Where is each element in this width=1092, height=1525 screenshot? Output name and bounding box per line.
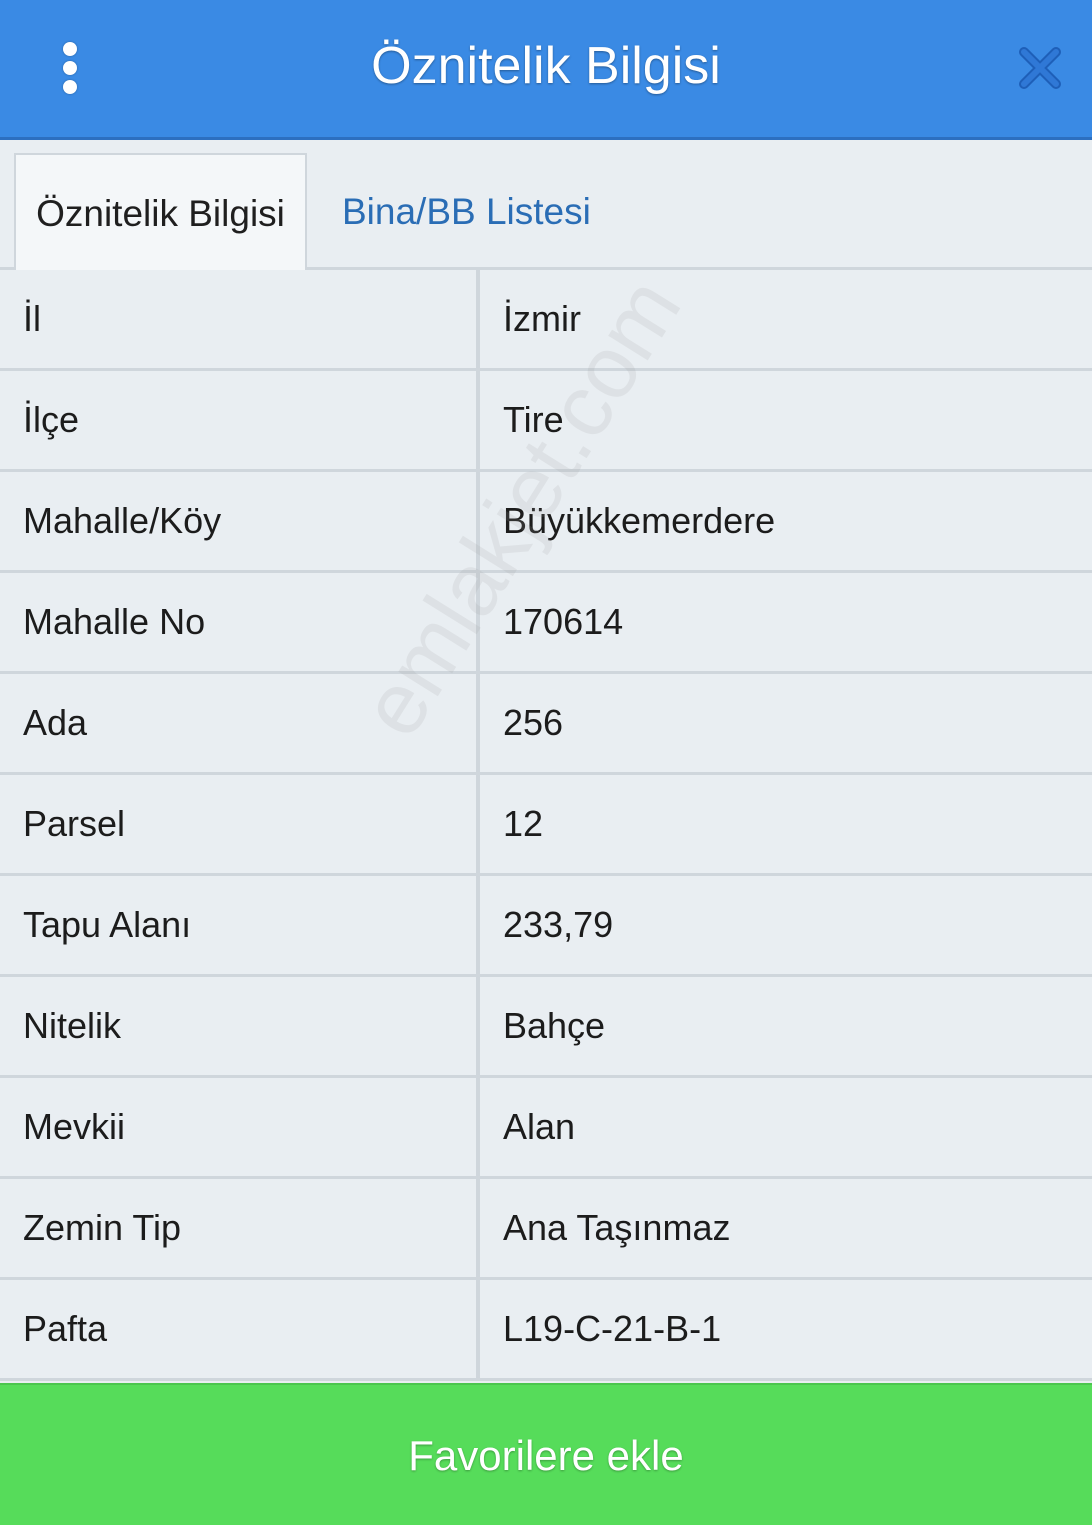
row-value: Tire: [503, 399, 564, 440]
table-row: Zemin Tip Ana Taşınmaz: [0, 1179, 1092, 1280]
row-key: Nitelik: [23, 1005, 122, 1046]
column-divider: [476, 674, 480, 772]
column-divider: [476, 573, 480, 671]
table-row: İl İzmir: [0, 270, 1092, 371]
table-row: Nitelik Bahçe: [0, 977, 1092, 1078]
row-value: Bahçe: [503, 1005, 606, 1046]
attribute-table: İl İzmir İlçe Tire Mahalle/Köy Büyükkeme…: [0, 270, 1092, 1381]
row-key: Tapu Alanı: [23, 904, 192, 945]
row-key: Pafta: [23, 1308, 108, 1349]
close-icon: [1019, 47, 1061, 89]
attribute-info-dialog: Öznitelik Bilgisi Öznitelik Bilgisi Bina…: [0, 0, 1092, 1525]
row-key: Mevkii: [23, 1106, 126, 1147]
column-divider: [476, 371, 480, 469]
row-value: 256: [503, 702, 564, 743]
row-value: İzmir: [503, 298, 581, 339]
dialog-header: Öznitelik Bilgisi: [0, 0, 1092, 140]
tab-bar: Öznitelik Bilgisi Bina/BB Listesi: [0, 140, 1092, 270]
row-key: Ada: [23, 702, 88, 743]
column-divider: [476, 1179, 480, 1277]
column-divider: [476, 1280, 480, 1378]
column-divider: [476, 270, 480, 368]
column-divider: [476, 1078, 480, 1176]
row-key: Mahalle/Köy: [23, 500, 222, 541]
column-divider: [476, 775, 480, 873]
column-divider: [476, 472, 480, 570]
row-value: Alan: [503, 1106, 576, 1147]
add-to-favorites-button[interactable]: Favorilere ekle: [0, 1383, 1092, 1525]
tab-attribute-info[interactable]: Öznitelik Bilgisi: [14, 153, 307, 270]
row-key: Zemin Tip: [23, 1207, 182, 1248]
page-title: Öznitelik Bilgisi: [371, 37, 721, 95]
row-key: Parsel: [23, 803, 126, 844]
table-row: Mahalle No 170614: [0, 573, 1092, 674]
table-row: Ada 256: [0, 674, 1092, 775]
row-value: L19-C-21-B-1: [503, 1308, 722, 1349]
row-value: Ana Taşınmaz: [503, 1207, 731, 1248]
row-key: Mahalle No: [23, 601, 206, 642]
close-button[interactable]: [1012, 40, 1068, 96]
table-row: Pafta L19-C-21-B-1: [0, 1280, 1092, 1381]
row-key: İl: [23, 298, 41, 339]
table-row: Tapu Alanı 233,79: [0, 876, 1092, 977]
tab-building-list[interactable]: Bina/BB Listesi: [342, 153, 591, 270]
row-key: İlçe: [23, 399, 80, 440]
column-divider: [476, 876, 480, 974]
table-row: Mevkii Alan: [0, 1078, 1092, 1179]
table-row: Parsel 12: [0, 775, 1092, 876]
table-row: Mahalle/Köy Büyükkemerdere: [0, 472, 1092, 573]
column-divider: [476, 977, 480, 1075]
row-value: 12: [503, 803, 544, 844]
table-row: İlçe Tire: [0, 371, 1092, 472]
row-value: 233,79: [503, 904, 614, 945]
row-value: Büyükkemerdere: [503, 500, 776, 541]
row-value: 170614: [503, 601, 624, 642]
